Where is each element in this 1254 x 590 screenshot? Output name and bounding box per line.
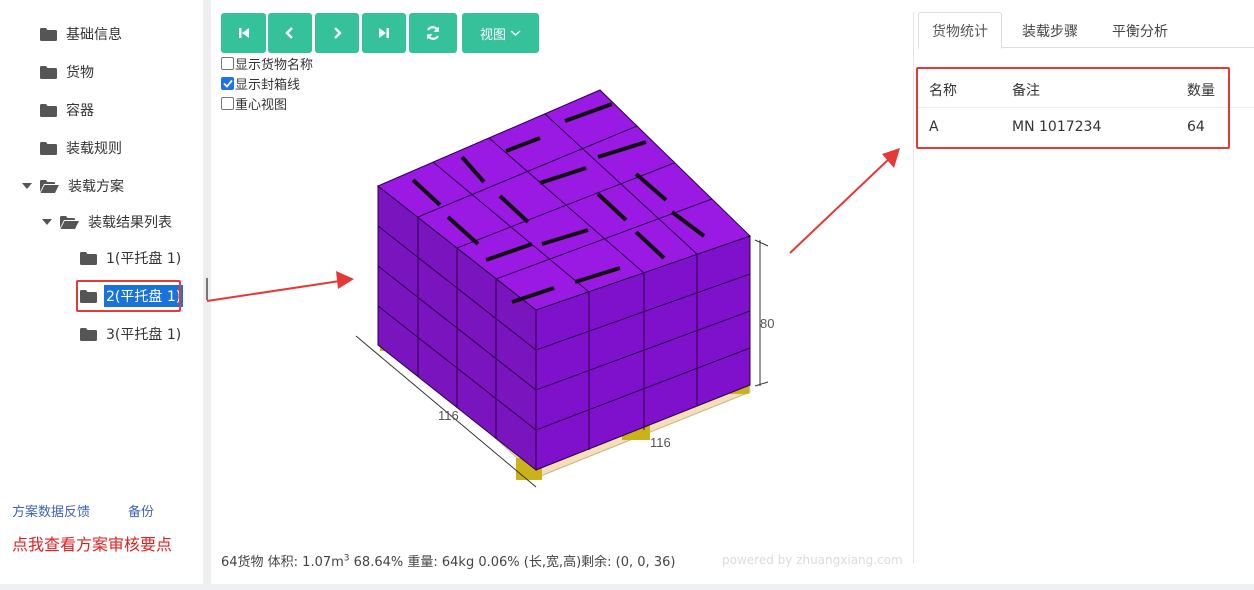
prev-icon <box>285 27 293 39</box>
tab-loading-steps[interactable]: 装载步骤 <box>1008 12 1092 49</box>
review-points-link[interactable]: 点我查看方案审核要点 <box>12 531 172 555</box>
tree-item-result-list[interactable]: 装载结果列表 <box>42 211 174 233</box>
status-summary: 64货物 体积: 1.07m3 68.64% 重量: 64kg 0.06% (长… <box>221 551 675 570</box>
folder-icon <box>40 141 57 155</box>
prev-step-button[interactable] <box>268 13 312 53</box>
last-icon <box>379 28 389 38</box>
backup-link[interactable]: 备份 <box>128 501 154 520</box>
tree-item-label: 1(平托盘 1) <box>106 251 182 267</box>
tab-label: 平衡分析 <box>1112 23 1168 40</box>
stats-highlight-box <box>916 67 1230 149</box>
view-label: 视图 <box>479 27 506 43</box>
folder-open-icon <box>40 179 59 193</box>
tree-item-label: 装载结果列表 <box>88 215 172 231</box>
refresh-icon <box>426 26 440 40</box>
chevron-down-icon <box>510 30 521 37</box>
folder-icon <box>80 251 97 265</box>
bottom-strip <box>0 584 1254 590</box>
tab-label: 货物统计 <box>932 23 988 40</box>
show-cargo-name-option[interactable]: 显示货物名称 <box>221 54 314 73</box>
folder-open-icon <box>60 215 79 229</box>
caret-down-icon[interactable] <box>22 181 32 191</box>
depth-label: 116 <box>438 408 459 423</box>
tab-cargo-stats[interactable]: 货物统计 <box>918 12 1002 49</box>
tree-item-label: 货物 <box>66 65 94 81</box>
refresh-button[interactable] <box>409 13 457 53</box>
tree-item-loading-plan[interactable]: 装载方案 <box>22 175 126 197</box>
view-dropdown-button[interactable]: 视图 <box>462 13 539 53</box>
show-cargo-name-checkbox[interactable] <box>221 56 234 70</box>
last-step-button[interactable] <box>362 13 406 53</box>
folder-icon <box>40 65 57 79</box>
tab-balance-analysis[interactable]: 平衡分析 <box>1098 12 1182 49</box>
tree-item-label: 基础信息 <box>66 27 122 43</box>
tree-item-label: 3(平托盘 1) <box>106 327 182 343</box>
height-dimension-line <box>754 239 769 387</box>
tab-bar: 货物统计 装载步骤 平衡分析 <box>918 12 1254 49</box>
next-step-button[interactable] <box>315 13 359 53</box>
status-suffix: 68.64% 重量: 64kg 0.06% (长,宽,高)剩余: (0, 0, … <box>349 555 676 570</box>
pallet-3d-view[interactable]: 116 116 80 <box>211 80 811 500</box>
tree-item-label: 容器 <box>66 103 94 119</box>
height-label: 80 <box>760 316 774 331</box>
tree-item-label: 装载规则 <box>66 141 122 157</box>
first-icon <box>238 28 249 38</box>
right-panel-divider <box>913 12 914 564</box>
width-label: 116 <box>650 435 671 450</box>
tree-item-container[interactable]: 容器 <box>40 99 96 121</box>
first-step-button[interactable] <box>221 13 266 53</box>
tree-item-basic-info[interactable]: 基础信息 <box>40 23 124 45</box>
folder-icon <box>40 27 57 41</box>
sidebar: 基础信息 货物 容器 装载规则 装载方案 装载结果列表 1(平托盘 1) 2(平… <box>0 0 203 590</box>
tree-item-loading-rules[interactable]: 装载规则 <box>40 137 124 159</box>
tree-item-result-1[interactable]: 1(平托盘 1) <box>80 247 183 269</box>
folder-icon <box>80 327 97 341</box>
tab-label: 装载步骤 <box>1022 23 1078 40</box>
status-prefix: 64货物 体积: 1.07m <box>221 555 344 570</box>
tree-item-label: 装载方案 <box>68 179 124 195</box>
splitter-grip[interactable] <box>206 278 208 300</box>
powered-by-text: powered by zhuangxiang.com <box>722 553 903 567</box>
tree-item-result-3[interactable]: 3(平托盘 1) <box>80 323 183 345</box>
selection-highlight-box <box>76 280 181 312</box>
next-icon <box>334 27 342 39</box>
show-cargo-name-label: 显示货物名称 <box>235 57 314 73</box>
feedback-link[interactable]: 方案数据反馈 <box>12 501 90 520</box>
tree-item-cargo[interactable]: 货物 <box>40 61 96 83</box>
folder-icon <box>40 103 57 117</box>
caret-down-icon[interactable] <box>42 217 52 227</box>
